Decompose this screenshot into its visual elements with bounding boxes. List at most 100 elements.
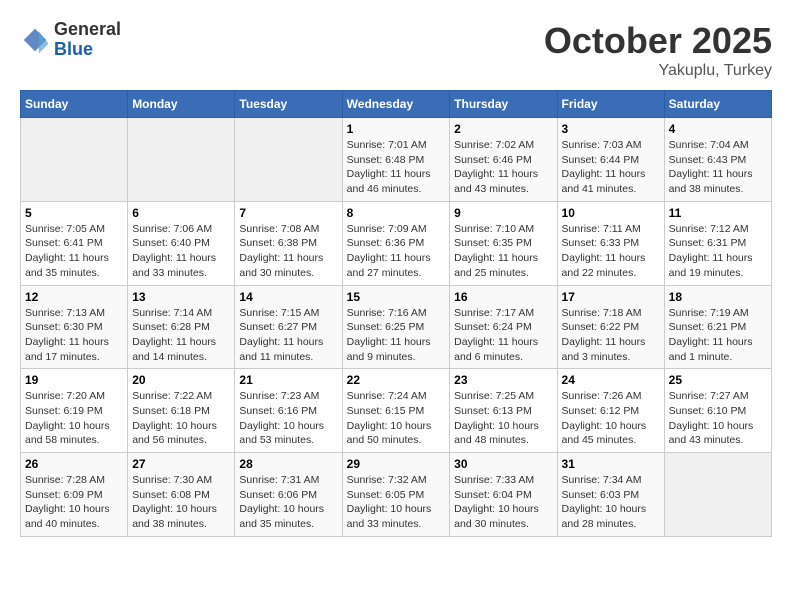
- day-info: Sunrise: 7:26 AMSunset: 6:12 PMDaylight:…: [562, 389, 660, 448]
- day-info: Sunrise: 7:25 AMSunset: 6:13 PMDaylight:…: [454, 389, 552, 448]
- day-info: Sunrise: 7:10 AMSunset: 6:35 PMDaylight:…: [454, 222, 552, 281]
- day-info: Sunrise: 7:34 AMSunset: 6:03 PMDaylight:…: [562, 473, 660, 532]
- day-info: Sunrise: 7:17 AMSunset: 6:24 PMDaylight:…: [454, 306, 552, 365]
- day-info: Sunrise: 7:13 AMSunset: 6:30 PMDaylight:…: [25, 306, 123, 365]
- calendar-cell: 5 Sunrise: 7:05 AMSunset: 6:41 PMDaylight…: [21, 201, 128, 285]
- day-number: 14: [239, 290, 337, 304]
- calendar-cell: 20Sunrise: 7:22 AMSunset: 6:18 PMDayligh…: [128, 369, 235, 453]
- calendar-cell: 25 Sunrise: 7:27 AMSunset: 6:10 PMDayligh…: [664, 369, 771, 453]
- calendar-cell: 12 Sunrise: 7:13 AMSunset: 6:30 PMDayligh…: [21, 285, 128, 369]
- day-number: 7: [239, 206, 337, 220]
- calendar-cell: 28 Sunrise: 7:31 AMSunset: 6:06 PMDayligh…: [235, 453, 342, 537]
- day-number: 6: [132, 206, 230, 220]
- day-info: Sunrise: 7:23 AMSunset: 6:16 PMDaylight:…: [239, 389, 337, 448]
- day-number: 12: [25, 290, 123, 304]
- day-number: 23: [454, 373, 552, 387]
- day-number: 22: [347, 373, 446, 387]
- day-number: 11: [669, 206, 767, 220]
- logo-icon: [20, 25, 50, 55]
- day-number: 15: [347, 290, 446, 304]
- day-info: Sunrise: 7:27 AMSunset: 6:10 PMDaylight:…: [669, 389, 767, 448]
- calendar-week-row: 5 Sunrise: 7:05 AMSunset: 6:41 PMDaylight…: [21, 201, 772, 285]
- calendar-cell: 31 Sunrise: 7:34 AMSunset: 6:03 PMDayligh…: [557, 453, 664, 537]
- day-info: Sunrise: 7:33 AMSunset: 6:04 PMDaylight:…: [454, 473, 552, 532]
- day-info: Sunrise: 7:19 AMSunset: 6:21 PMDaylight:…: [669, 306, 767, 365]
- day-number: 30: [454, 457, 552, 471]
- weekday-header: Saturday: [664, 91, 771, 118]
- calendar-cell: 8 Sunrise: 7:09 AMSunset: 6:36 PMDaylight…: [342, 201, 450, 285]
- day-info: Sunrise: 7:22 AMSunset: 6:18 PMDaylight:…: [132, 389, 230, 448]
- day-number: 8: [347, 206, 446, 220]
- calendar-cell: 4Sunrise: 7:04 AMSunset: 6:43 PMDaylight…: [664, 118, 771, 202]
- calendar-cell: 26 Sunrise: 7:28 AMSunset: 6:09 PMDayligh…: [21, 453, 128, 537]
- day-info: Sunrise: 7:02 AMSunset: 6:46 PMDaylight:…: [454, 138, 552, 197]
- calendar-cell: 15 Sunrise: 7:16 AMSunset: 6:25 PMDayligh…: [342, 285, 450, 369]
- calendar-cell: 24 Sunrise: 7:26 AMSunset: 6:12 PMDayligh…: [557, 369, 664, 453]
- day-number: 29: [347, 457, 446, 471]
- calendar-cell: [235, 118, 342, 202]
- day-info: Sunrise: 7:20 AMSunset: 6:19 PMDaylight:…: [25, 389, 123, 448]
- day-info: Sunrise: 7:15 AMSunset: 6:27 PMDaylight:…: [239, 306, 337, 365]
- calendar-week-row: 26 Sunrise: 7:28 AMSunset: 6:09 PMDayligh…: [21, 453, 772, 537]
- day-number: 24: [562, 373, 660, 387]
- day-number: 27: [132, 457, 230, 471]
- day-info: Sunrise: 7:18 AMSunset: 6:22 PMDaylight:…: [562, 306, 660, 365]
- day-number: 25: [669, 373, 767, 387]
- calendar-cell: 10 Sunrise: 7:11 AMSunset: 6:33 PMDayligh…: [557, 201, 664, 285]
- weekday-header-row: SundayMondayTuesdayWednesdayThursdayFrid…: [21, 91, 772, 118]
- calendar-cell: 6 Sunrise: 7:06 AMSunset: 6:40 PMDaylight…: [128, 201, 235, 285]
- calendar-cell: 19 Sunrise: 7:20 AMSunset: 6:19 PMDayligh…: [21, 369, 128, 453]
- day-number: 31: [562, 457, 660, 471]
- logo-text: General Blue: [54, 20, 121, 60]
- day-info: Sunrise: 7:24 AMSunset: 6:15 PMDaylight:…: [347, 389, 446, 448]
- day-info: Sunrise: 7:30 AMSunset: 6:08 PMDaylight:…: [132, 473, 230, 532]
- day-number: 16: [454, 290, 552, 304]
- calendar-cell: 9 Sunrise: 7:10 AMSunset: 6:35 PMDaylight…: [450, 201, 557, 285]
- day-info: Sunrise: 7:14 AMSunset: 6:28 PMDaylight:…: [132, 306, 230, 365]
- month-title: October 2025: [544, 20, 772, 62]
- day-number: 9: [454, 206, 552, 220]
- day-info: Sunrise: 7:28 AMSunset: 6:09 PMDaylight:…: [25, 473, 123, 532]
- day-number: 10: [562, 206, 660, 220]
- day-info: Sunrise: 7:12 AMSunset: 6:31 PMDaylight:…: [669, 222, 767, 281]
- calendar-cell: [21, 118, 128, 202]
- calendar-cell: 13Sunrise: 7:14 AMSunset: 6:28 PMDayligh…: [128, 285, 235, 369]
- calendar-cell: [664, 453, 771, 537]
- calendar-week-row: 1Sunrise: 7:01 AMSunset: 6:48 PMDaylight…: [21, 118, 772, 202]
- day-number: 17: [562, 290, 660, 304]
- day-info: Sunrise: 7:11 AMSunset: 6:33 PMDaylight:…: [562, 222, 660, 281]
- day-info: Sunrise: 7:31 AMSunset: 6:06 PMDaylight:…: [239, 473, 337, 532]
- calendar-cell: 22 Sunrise: 7:24 AMSunset: 6:15 PMDayligh…: [342, 369, 450, 453]
- day-number: 21: [239, 373, 337, 387]
- calendar-week-row: 12 Sunrise: 7:13 AMSunset: 6:30 PMDayligh…: [21, 285, 772, 369]
- day-info: Sunrise: 7:01 AMSunset: 6:48 PMDaylight:…: [347, 138, 446, 197]
- day-number: 28: [239, 457, 337, 471]
- logo-general: General: [54, 20, 121, 40]
- calendar-cell: 23 Sunrise: 7:25 AMSunset: 6:13 PMDayligh…: [450, 369, 557, 453]
- title-block: October 2025 Yakuplu, Turkey: [544, 20, 772, 80]
- day-info: Sunrise: 7:16 AMSunset: 6:25 PMDaylight:…: [347, 306, 446, 365]
- weekday-header: Friday: [557, 91, 664, 118]
- day-info: Sunrise: 7:32 AMSunset: 6:05 PMDaylight:…: [347, 473, 446, 532]
- calendar-cell: 11 Sunrise: 7:12 AMSunset: 6:31 PMDayligh…: [664, 201, 771, 285]
- day-info: Sunrise: 7:09 AMSunset: 6:36 PMDaylight:…: [347, 222, 446, 281]
- calendar-cell: 21 Sunrise: 7:23 AMSunset: 6:16 PMDayligh…: [235, 369, 342, 453]
- day-info: Sunrise: 7:04 AMSunset: 6:43 PMDaylight:…: [669, 138, 767, 197]
- day-info: Sunrise: 7:06 AMSunset: 6:40 PMDaylight:…: [132, 222, 230, 281]
- calendar-cell: [128, 118, 235, 202]
- calendar-cell: 14 Sunrise: 7:15 AMSunset: 6:27 PMDayligh…: [235, 285, 342, 369]
- calendar-cell: 30 Sunrise: 7:33 AMSunset: 6:04 PMDayligh…: [450, 453, 557, 537]
- weekday-header: Tuesday: [235, 91, 342, 118]
- calendar-cell: 17 Sunrise: 7:18 AMSunset: 6:22 PMDayligh…: [557, 285, 664, 369]
- weekday-header: Monday: [128, 91, 235, 118]
- day-info: Sunrise: 7:05 AMSunset: 6:41 PMDaylight:…: [25, 222, 123, 281]
- calendar-cell: 27 Sunrise: 7:30 AMSunset: 6:08 PMDayligh…: [128, 453, 235, 537]
- calendar-cell: 3Sunrise: 7:03 AMSunset: 6:44 PMDaylight…: [557, 118, 664, 202]
- weekday-header: Thursday: [450, 91, 557, 118]
- calendar-week-row: 19 Sunrise: 7:20 AMSunset: 6:19 PMDayligh…: [21, 369, 772, 453]
- day-number: 26: [25, 457, 123, 471]
- location: Yakuplu, Turkey: [544, 62, 772, 80]
- weekday-header: Wednesday: [342, 91, 450, 118]
- day-number: 5: [25, 206, 123, 220]
- day-number: 19: [25, 373, 123, 387]
